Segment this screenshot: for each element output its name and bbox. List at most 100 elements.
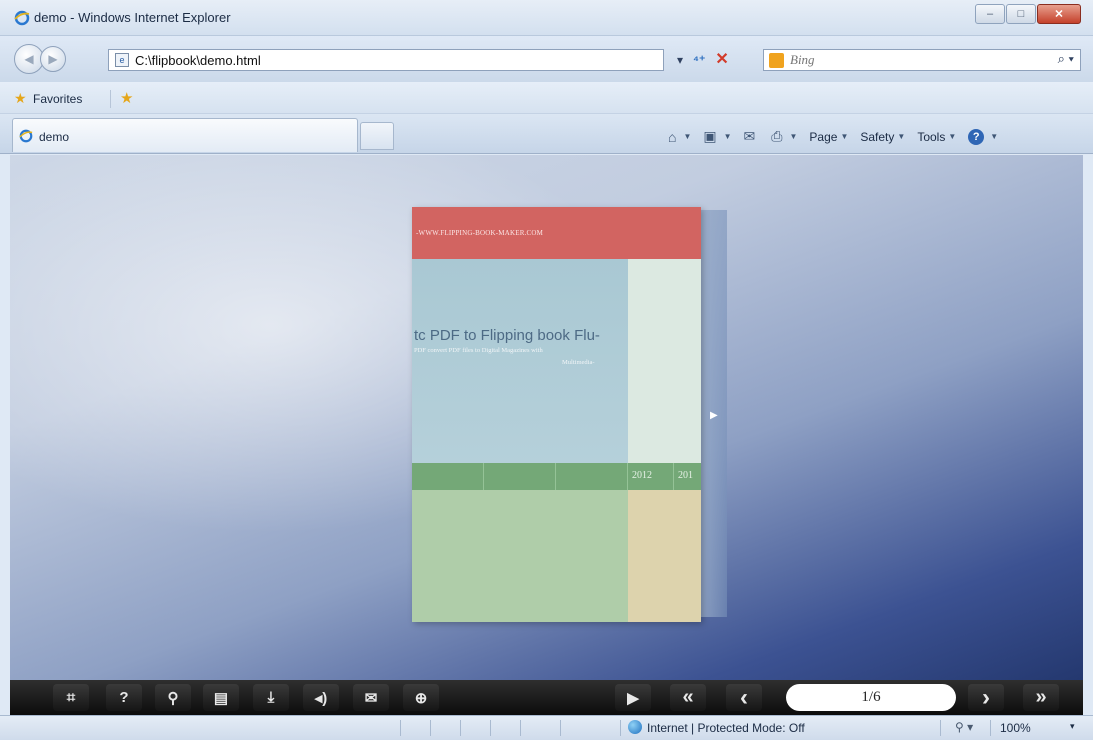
feeds-button[interactable]: ▣ ▼ <box>703 128 731 145</box>
print-icon: ▤ <box>213 689 229 707</box>
autoplay-button[interactable]: ▶ <box>615 684 651 711</box>
address-row: ◀ ▶ e C:\flipbook\demo.html ▾ ⁴⁺ ✕ ⌕ ▾ <box>0 36 1093 82</box>
tab-row: demo ⌂ ▼ ▣ ▼ ✉ ⎙ ▼ Page ▼ Safety ▼ Tools ▼ ? ▼ <box>0 114 1093 154</box>
print-button[interactable]: ⎙ ▼ <box>771 128 797 145</box>
play-icon: ▶ <box>627 689 639 707</box>
zoom-dropdown-icon[interactable]: ▾ <box>1070 721 1075 732</box>
search-input[interactable] <box>790 52 1040 68</box>
back-arrow-icon: ◀ <box>24 52 34 66</box>
mail-icon: ✉ <box>743 128 756 144</box>
ie-tab-icon <box>19 129 33 143</box>
cover-image <box>412 259 628 463</box>
tools-menu[interactable]: Tools ▼ <box>917 130 956 144</box>
status-divider <box>460 720 461 736</box>
stop-button[interactable]: ✕ <box>710 49 733 71</box>
forward-arrow-icon: ▶ <box>48 52 58 66</box>
status-divider <box>940 720 941 736</box>
cover-title: tc PDF to Flipping book Flu- <box>414 327 600 344</box>
email-button[interactable]: ✉ <box>353 684 389 711</box>
search-button[interactable]: ⚲ <box>155 684 191 711</box>
cover-year: 2012 <box>632 470 652 481</box>
safety-menu[interactable]: Safety ▼ <box>860 130 905 144</box>
minimize-icon: – <box>986 8 994 20</box>
first-page-button[interactable]: « <box>670 684 706 711</box>
chevron-down-icon: ▼ <box>840 132 849 141</box>
sound-button[interactable]: ◂) <box>303 684 339 711</box>
help-button[interactable]: ? <box>106 684 142 711</box>
page-menu[interactable]: Page ▼ <box>809 130 848 144</box>
last-page-icon: » <box>1035 686 1047 708</box>
favorites-bar: ★ Favorites ★ <box>0 82 1093 114</box>
fullscreen-button[interactable]: ⌗ <box>53 684 89 711</box>
chevron-down-icon: ▼ <box>897 132 906 141</box>
email-icon: ✉ <box>364 689 378 707</box>
band-cell <box>484 463 556 490</box>
sound-icon: ◂) <box>314 689 328 707</box>
bing-logo-icon <box>769 53 784 68</box>
help-menu[interactable]: ? ▼ <box>968 128 999 145</box>
help-icon: ? <box>119 689 129 706</box>
status-bar: Internet | Protected Mode: Off ⚲ ▾ 100% … <box>0 715 1093 740</box>
cover-subtitle-2: Multimedia- <box>562 359 595 366</box>
home-button[interactable]: ⌂ ▼ <box>668 129 691 145</box>
address-dropdown-icon[interactable]: ▾ <box>672 49 688 71</box>
address-url[interactable]: C:\flipbook\demo.html <box>135 53 261 68</box>
print-button[interactable]: ▤ <box>203 684 239 711</box>
flipbook-viewport: ▶ -WWW.FLIPPING-BOOK-MAKER.COM tc PDF to… <box>10 155 1083 680</box>
page-menu-label: Page <box>809 129 838 144</box>
prev-page-icon: ‹ <box>740 683 748 711</box>
band-cell <box>556 463 628 490</box>
search-go-icon[interactable]: ⌕ ▾ <box>1058 51 1074 67</box>
zoom-level[interactable]: 100% <box>1000 721 1031 735</box>
protected-mode-icon[interactable]: ⚲ ▾ <box>955 720 973 734</box>
chevron-down-icon: ▼ <box>789 132 798 141</box>
book-cover[interactable]: -WWW.FLIPPING-BOOK-MAKER.COM tc PDF to F… <box>412 207 701 622</box>
tab-label: demo <box>39 130 70 144</box>
close-button[interactable]: ✕ <box>1037 4 1081 24</box>
forward-button[interactable]: ▶ <box>40 46 66 72</box>
status-divider <box>490 720 491 736</box>
first-page-icon: « <box>682 686 694 708</box>
feeds-icon: ▣ <box>703 128 717 144</box>
internet-zone-icon <box>628 720 642 734</box>
home-icon: ⌂ <box>668 128 677 145</box>
add-favorite-icon[interactable]: ★ <box>120 89 133 107</box>
search-box[interactable]: ⌕ ▾ <box>763 49 1081 71</box>
security-zone-text[interactable]: Internet | Protected Mode: Off <box>647 721 805 735</box>
cover-right-panel <box>628 259 701 463</box>
next-page-arrow-icon[interactable]: ▶ <box>710 410 718 421</box>
maximize-icon: □ <box>1017 8 1025 20</box>
tools-menu-label: Tools <box>917 129 946 144</box>
refresh-button[interactable]: ⁴⁺ <box>688 49 710 71</box>
status-divider <box>560 720 561 736</box>
band-cell <box>412 463 484 490</box>
maximize-button[interactable]: □ <box>1006 4 1036 24</box>
favorites-button[interactable]: Favorites <box>33 92 82 106</box>
band-cell: 201 <box>674 463 701 490</box>
address-bar[interactable]: e C:\flipbook\demo.html <box>108 49 664 71</box>
favorites-star-icon[interactable]: ★ <box>14 90 27 107</box>
new-tab-button[interactable] <box>360 122 394 150</box>
next-page-button[interactable]: › <box>968 684 1004 711</box>
zoom-button[interactable]: ⊕ <box>403 684 439 711</box>
flipbook-toolbar: ⌗ ? ⚲ ▤ ⤓ ◂) ✉ ⊕ ▶ « ‹ 1/6 › » <box>10 680 1083 715</box>
cover-year: 201 <box>678 470 693 481</box>
minimize-button[interactable]: – <box>975 4 1005 24</box>
download-button[interactable]: ⤓ <box>253 684 289 711</box>
status-divider <box>620 720 621 736</box>
cover-band: 2012 201 <box>412 463 701 490</box>
chevron-down-icon: ▼ <box>723 132 732 141</box>
status-divider <box>520 720 521 736</box>
address-tools: ▾ ⁴⁺ ✕ <box>672 49 734 71</box>
favorites-separator <box>110 90 111 108</box>
chevron-down-icon: ▼ <box>990 132 999 141</box>
fullscreen-icon: ⌗ <box>66 689 76 706</box>
last-page-button[interactable]: » <box>1023 684 1059 711</box>
mail-button[interactable]: ✉ <box>744 128 760 145</box>
prev-page-button[interactable]: ‹ <box>726 684 762 711</box>
page-indicator[interactable]: 1/6 <box>786 684 956 711</box>
ie-logo-icon <box>14 10 30 26</box>
tab-demo[interactable]: demo <box>12 118 358 152</box>
status-divider <box>990 720 991 736</box>
cover-subtitle: PDF convert PDF files to Digital Magazin… <box>414 347 543 354</box>
